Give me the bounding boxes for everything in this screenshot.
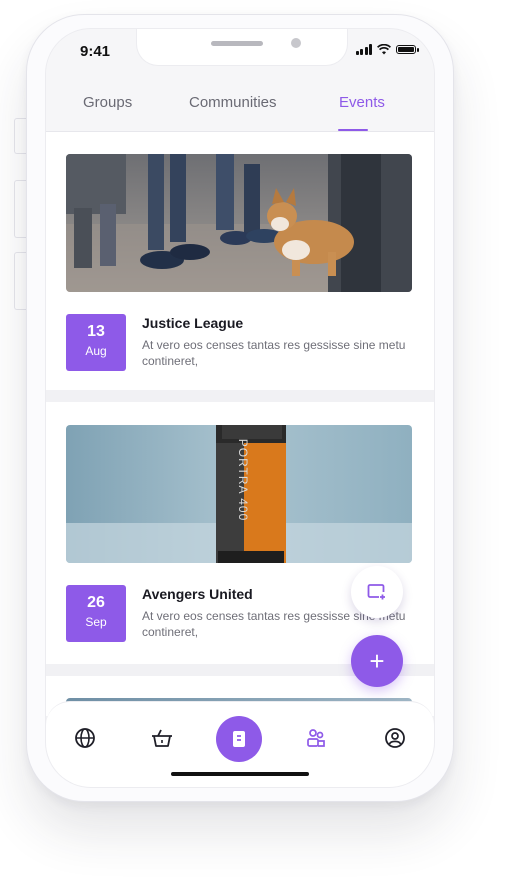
signal-icon <box>355 44 372 55</box>
nav-globe[interactable] <box>71 724 99 752</box>
film-canister-label: PORTRA 400 <box>236 438 251 522</box>
speaker <box>211 41 263 46</box>
wifi-icon <box>377 44 391 55</box>
people-walking-with-corgi-photo <box>66 154 412 292</box>
tab-groups[interactable]: Groups <box>83 94 132 111</box>
nav-profile[interactable] <box>381 724 409 752</box>
nav-basket[interactable] <box>148 724 176 752</box>
event-day: 13 <box>87 323 105 340</box>
battery-icon <box>396 45 419 54</box>
device-notch <box>136 29 348 66</box>
event-date-badge: 13 Aug <box>66 314 126 371</box>
nav-group[interactable] <box>302 724 330 752</box>
app-screen: 9:41 Groups Communities Events 13 Aug Ju… <box>45 28 435 788</box>
tab-bar: Groups Communities Events <box>46 89 434 132</box>
event-description: At vero eos censes tantas res gessisse s… <box>142 338 406 368</box>
event-card[interactable]: 13 Aug Justice League At vero eos censes… <box>46 132 434 390</box>
globe-icon <box>75 728 95 748</box>
event-photo[interactable] <box>66 154 412 292</box>
nav-events[interactable] <box>216 716 262 762</box>
bottom-navigation <box>46 701 434 787</box>
add-to-calendar-button[interactable] <box>351 566 403 618</box>
profile-icon <box>385 728 405 748</box>
event-title[interactable]: Avengers United <box>142 586 253 602</box>
status-icons <box>355 44 419 55</box>
add-to-calendar-icon <box>367 584 385 600</box>
ticket-icon <box>233 731 245 747</box>
status-bar: 9:41 <box>46 29 434 89</box>
home-indicator <box>171 772 309 776</box>
event-card[interactable]: PORTRA 400 26 Sep Avengers United At ver… <box>46 402 434 664</box>
event-title[interactable]: Justice League <box>142 315 243 331</box>
status-time: 9:41 <box>80 43 111 60</box>
tab-communities[interactable]: Communities <box>189 94 277 111</box>
event-date-badge: 26 Sep <box>66 585 126 642</box>
event-month: Aug <box>85 344 107 358</box>
event-day: 26 <box>87 594 105 611</box>
group-icon <box>307 729 325 747</box>
active-tab-indicator <box>338 129 368 131</box>
camera <box>291 38 301 48</box>
event-month: Sep <box>85 615 107 629</box>
tab-events[interactable]: Events <box>339 94 385 111</box>
create-event-button[interactable]: + <box>351 635 403 687</box>
event-photo[interactable]: PORTRA 400 <box>66 425 412 563</box>
basket-icon <box>152 729 172 747</box>
